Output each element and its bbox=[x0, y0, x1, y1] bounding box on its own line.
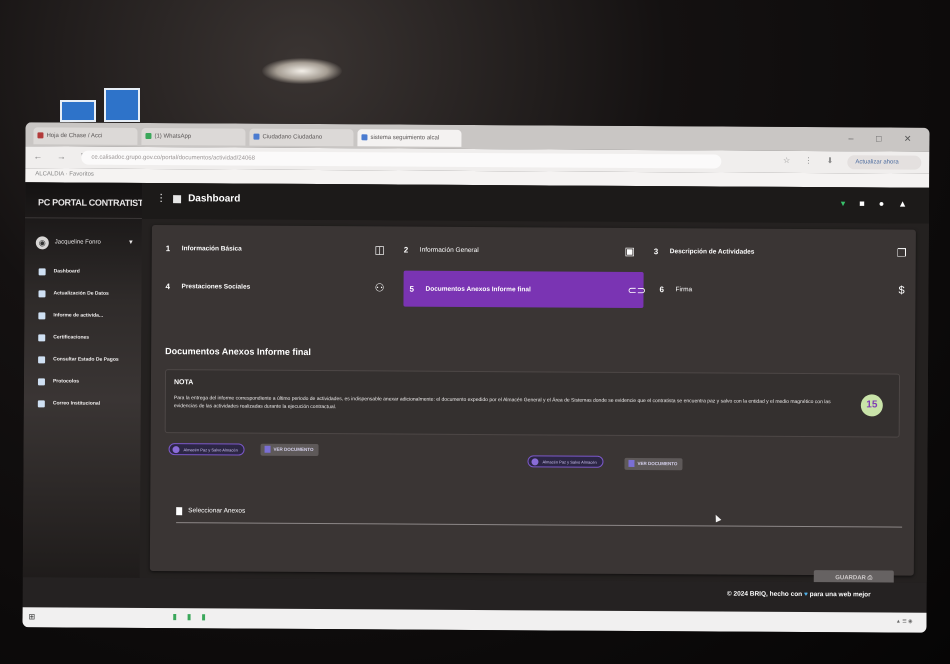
note-title: NOTA bbox=[173, 379, 194, 387]
top-bar: ⋮ Dashboard ▾■●▲ bbox=[141, 182, 930, 224]
user-menu-icon[interactable]: ▲ bbox=[898, 199, 921, 209]
sidebar-item-pagos[interactable]: Consultar Estado De Pagos bbox=[24, 348, 141, 371]
monitor-screen: Hoja de Chase / Acci (1) WhatsApp Ciudad… bbox=[22, 122, 930, 633]
browser-tab[interactable]: Hoja de Chase / Acci bbox=[33, 127, 138, 145]
sidebar: PC PORTAL CONTRATISTA ◉ Jacqueline Fonro… bbox=[22, 182, 149, 578]
sidebar-item-informe[interactable]: Informe de activida... bbox=[24, 304, 141, 327]
document-icon bbox=[38, 311, 46, 319]
dashboard-icon bbox=[173, 195, 182, 204]
view-document-button[interactable]: VER DOCUMENTO bbox=[624, 457, 683, 471]
link-icon: ⊂⊃ bbox=[627, 284, 647, 297]
user-icon bbox=[38, 289, 46, 297]
mouse-cursor-icon bbox=[712, 513, 722, 523]
page-title: Dashboard bbox=[188, 193, 241, 205]
browser-tab[interactable]: Ciudadano Ciudadano bbox=[249, 128, 354, 147]
user-name: Jacqueline Fonro bbox=[54, 239, 101, 246]
logo-sticker bbox=[60, 100, 96, 122]
user-profile[interactable]: ◉ Jacqueline Fonro ▼ bbox=[25, 224, 142, 261]
sidebar-item-certificaciones[interactable]: Certificaciones bbox=[24, 326, 141, 349]
topbar-actions: ▾■●▲ bbox=[841, 198, 921, 209]
windows-start-icon[interactable]: ⊞ bbox=[29, 612, 36, 621]
copy-icon: ❐ bbox=[896, 247, 907, 260]
upload-chip-paz-y-salvo[interactable]: Almacén Paz y Salvo Almacén bbox=[527, 455, 604, 468]
note-text: Para la entrega del informe correspondie… bbox=[173, 395, 831, 411]
bell-icon[interactable]: ● bbox=[879, 198, 898, 208]
people-icon: ⚇ bbox=[374, 281, 385, 294]
profile-button[interactable]: Actualizar ahora bbox=[847, 155, 922, 170]
info-icon: ◫ bbox=[374, 243, 386, 256]
save-icon: ⎙ bbox=[867, 575, 873, 582]
ceiling-lamp bbox=[262, 58, 342, 84]
upload-chip-paz-y-salvo[interactable]: Almacén Paz y Salvo Almacén bbox=[168, 443, 245, 456]
tab-favicon-icon bbox=[37, 132, 44, 139]
step-informacion-general[interactable]: 2 Información General ▣ bbox=[398, 233, 638, 268]
step-informacion-basica[interactable]: 1 Información Básica ◫ bbox=[160, 231, 388, 266]
window-controls[interactable]: – □ ✕ bbox=[848, 133, 921, 144]
wifi-icon: ▾ bbox=[840, 198, 860, 209]
tab-favicon-icon bbox=[253, 133, 260, 140]
system-tray: ▲ ☰ ◉ bbox=[895, 618, 913, 625]
taskbar-apps-icon[interactable]: ▮▮▮ bbox=[173, 612, 216, 621]
note-box: NOTA Para la entrega del informe corresp… bbox=[164, 369, 901, 438]
chevron-down-icon: ▼ bbox=[127, 239, 134, 246]
sidebar-item-dashboard[interactable]: Dashboard bbox=[25, 260, 142, 283]
heart-icon: ♥ bbox=[803, 591, 808, 599]
main-content: 1 Información Básica ◫ 2 Información Gen… bbox=[139, 218, 929, 588]
protocol-icon bbox=[37, 377, 45, 385]
step-firma[interactable]: 6 Firma $ bbox=[653, 272, 909, 308]
browser-tab-active[interactable]: sistema seguimiento alcal bbox=[357, 129, 462, 147]
signature-icon: $ bbox=[898, 284, 905, 297]
sidebar-item-correo[interactable]: Correo Institucional bbox=[24, 392, 141, 415]
app-window: PC PORTAL CONTRATISTA ◉ Jacqueline Fonro… bbox=[22, 182, 930, 588]
step-prestaciones-sociales[interactable]: 4 Prestaciones Sociales ⚇ bbox=[159, 269, 387, 304]
grid-icon[interactable]: ■ bbox=[859, 198, 878, 208]
menu-toggle-icon[interactable]: ⋮ bbox=[156, 193, 166, 204]
file-input-underline bbox=[176, 522, 903, 528]
copyright-text: © 2024 BRIQ, hecho con ♥ para una web me… bbox=[726, 590, 871, 599]
wizard-card: 1 Información Básica ◫ 2 Información Gen… bbox=[149, 225, 916, 576]
section-title: Documentos Anexos Informe final bbox=[165, 346, 311, 357]
view-document-button[interactable]: VER DOCUMENTO bbox=[260, 443, 319, 457]
browser-tools-icon[interactable]: ☆ ⋮ ⬇ bbox=[783, 156, 839, 165]
logo-sticker bbox=[104, 88, 140, 122]
payment-icon bbox=[38, 355, 46, 363]
url-field[interactable]: ce.calisadoc.grupo.gov.co/portal/documen… bbox=[81, 150, 722, 169]
sidebar-item-actualizacion[interactable]: Actualización De Datos bbox=[24, 282, 141, 305]
step-descripcion-actividades[interactable]: 3 Descripción de Actividades ❐ bbox=[648, 234, 910, 270]
sidebar-item-protocolos[interactable]: Protocolos bbox=[24, 370, 141, 393]
folder-icon: ▣ bbox=[624, 245, 636, 258]
tab-favicon-icon bbox=[361, 134, 368, 141]
mail-icon bbox=[37, 399, 45, 407]
whatsapp-icon bbox=[145, 132, 152, 140]
file-icon bbox=[176, 507, 183, 516]
brand-logo[interactable]: PC PORTAL CONTRATISTA bbox=[24, 182, 149, 219]
certificate-icon bbox=[38, 333, 46, 341]
avatar-icon: ◉ bbox=[35, 235, 49, 249]
counter-badge: 15 bbox=[860, 394, 883, 417]
file-input-label[interactable]: Seleccionar Anexos bbox=[188, 507, 245, 514]
dashboard-icon bbox=[38, 267, 46, 275]
browser-tab[interactable]: (1) WhatsApp bbox=[141, 127, 246, 146]
step-documentos-anexos[interactable]: 5 Documentos Anexos Informe final ⊂⊃ bbox=[403, 270, 647, 309]
